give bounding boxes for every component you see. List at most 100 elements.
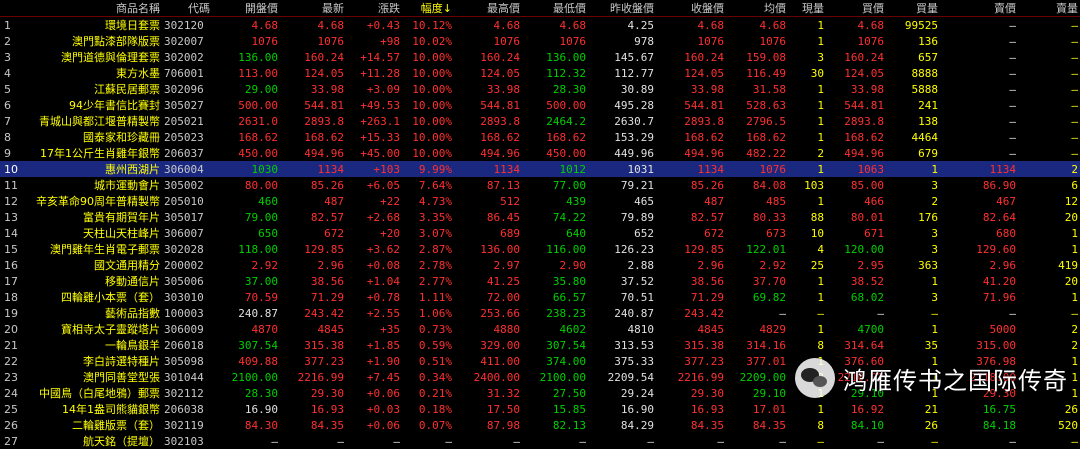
cell-low: 28.30 [522,81,588,97]
table-row[interactable]: 2澳門點漆部隊版票30200710761076+9810.02%10761076… [0,33,1080,49]
header-col-avg[interactable]: 均價 [726,0,788,17]
table-row[interactable]: 12辛亥革命90周年普精製幣205010460487+224.73%512439… [0,193,1080,209]
cell-ask-volume: — [1018,17,1080,34]
cell-bid: 33.98 [826,81,886,97]
cell-avg: 17.01 [726,401,788,417]
cell-amplitude: 1.06% [402,305,454,321]
cell-name: 環境日套票 [22,17,162,34]
cell-close: 129.85 [656,241,726,257]
cell-low: 136.00 [522,49,588,65]
header-col-last[interactable]: 最新 [280,0,346,17]
header-col-low[interactable]: 最低價 [522,0,588,17]
header-col-open[interactable]: 開盤價 [212,0,280,17]
cell-bid-volume: 21 [886,401,940,417]
cell-name: 14年1盎司熊貓銀幣 [22,401,162,417]
cell-open: 650 [212,225,280,241]
table-row[interactable]: 3澳門道德與倫理套票302002136.00160.24+14.5710.00%… [0,49,1080,65]
header-col-name[interactable]: 商品名稱 [22,0,162,17]
table-row[interactable]: 917年1公斤生肖雞年銀幣206037450.00494.96+45.0010.… [0,145,1080,161]
cell-high: — [454,433,522,449]
cell-bid-volume: 99525 [886,17,940,34]
cell-avg: 673 [726,225,788,241]
cell-high: 1134 [454,161,522,177]
cell-avg: 4.68 [726,17,788,34]
cell-ask-volume: 2 [1018,321,1080,337]
table-row[interactable]: 13富貴有期賀年片30501779.0082.57+2.683.35%86.45… [0,209,1080,225]
table-row[interactable]: 4東方水墨706001113.00124.05+11.2810.00%124.0… [0,65,1080,81]
cell-ask: — [940,81,1018,97]
cell-high: 4.68 [454,17,522,34]
header-col-close[interactable]: 收盤價 [656,0,726,17]
header-col-prev-close[interactable]: 昨收盤價 [588,0,656,17]
table-row[interactable]: 16國文通用精分2000022.922.96+0.082.78%2.972.90… [0,257,1080,273]
cell-last: 82.57 [280,209,346,225]
header-col-code[interactable]: 代碼 [162,0,212,17]
cell-last: 494.96 [280,145,346,161]
cell-last: 16.93 [280,401,346,417]
header-col-index[interactable] [0,0,22,17]
header-col-bid-volume[interactable]: 買量 [886,0,940,17]
header-col-high[interactable]: 最高價 [454,0,522,17]
cell-close: 494.96 [656,145,726,161]
cell-volume: 10 [788,225,826,241]
cell-avg: 482.22 [726,145,788,161]
cell-change: +103 [346,161,402,177]
cell-volume: 1 [788,81,826,97]
cell-amplitude: 3.35% [402,209,454,225]
cell-bid-volume: 35 [886,337,940,353]
cell-bid: 84.10 [826,417,886,433]
cell-open: 84.30 [212,417,280,433]
table-row[interactable]: 17移動通信片30500637.0038.56+1.042.77%41.2535… [0,273,1080,289]
table-row[interactable]: 19藝術品指數100003240.87243.42+2.551.06%253.6… [0,305,1080,321]
table-row[interactable]: 14天柱山天柱峰片306007650672+203.07%68964065267… [0,225,1080,241]
header-col-change[interactable]: 漲跌 [346,0,402,17]
table-row[interactable]: 694少年書信比賽封305027500.00544.81+49.5310.00%… [0,97,1080,113]
cell-low: 15.85 [522,401,588,417]
cell-bid-volume: 1 [886,273,940,289]
cell-low: 374.00 [522,353,588,369]
table-row[interactable]: 5江蘇民居郵票30209629.0033.98+3.0910.00%33.982… [0,81,1080,97]
cell-close: 124.05 [656,65,726,81]
cell-ask-volume: 520 [1018,417,1080,433]
cell-index: 13 [0,209,22,225]
cell-ask-volume: 2 [1018,161,1080,177]
cell-index: 12 [0,193,22,209]
cell-high: 168.62 [454,129,522,145]
cell-change: +1.90 [346,353,402,369]
table-row[interactable]: 20寶相寺太子靈蹤塔片30600948704845+350.73%4880460… [0,321,1080,337]
table-row[interactable]: 1環境日套票3021204.684.68+0.4310.12%4.684.684… [0,17,1080,34]
cell-last: 4.68 [280,17,346,34]
table-row[interactable]: 2514年1盎司熊貓銀幣20603816.9016.93+0.030.18%17… [0,401,1080,417]
header-col-ask[interactable]: 賣價 [940,0,1018,17]
cell-ask: 82.64 [940,209,1018,225]
table-row[interactable]: 10惠州西湖片30600410301134+1039.99%1134101210… [0,161,1080,177]
cell-name: 澳門雞年生肖電子郵票 [22,241,162,257]
cell-index: 22 [0,353,22,369]
table-row[interactable]: 11城市運動會片30500280.0085.26+6.057.64%87.137… [0,177,1080,193]
table-row[interactable]: 26二輪雞版票（套）30211984.3084.35+0.060.07%87.9… [0,417,1080,433]
cell-close: 243.42 [656,305,726,321]
header-col-ask-volume[interactable]: 賣量 [1018,0,1080,17]
header-col-volume[interactable]: 現量 [788,0,826,17]
cell-avg: 84.35 [726,417,788,433]
header-col-amplitude[interactable]: 幅度↓ [402,0,454,17]
cell-code: 706001 [162,65,212,81]
table-row[interactable]: 27航天銘（提壇）302103—————————————— [0,433,1080,449]
cell-prev-close: 126.23 [588,241,656,257]
cell-code: 100003 [162,305,212,321]
cell-code: 305006 [162,273,212,289]
header-col-bid[interactable]: 買價 [826,0,886,17]
cell-low: 500.00 [522,97,588,113]
table-row[interactable]: 8國泰家和珍藏冊205023168.62168.62+15.3310.00%16… [0,129,1080,145]
table-row[interactable]: 21一輪鳥銀羊206018307.54315.38+1.850.59%329.0… [0,337,1080,353]
table-row[interactable]: 7青城山與都江堰普精製幣2050212631.02893.8+263.110.0… [0,113,1080,129]
table-row[interactable]: 15澳門雞年生肖電子郵票302028118.00129.85+3.622.87%… [0,241,1080,257]
cell-amplitude: 10.00% [402,113,454,129]
cell-ask: 467 [940,193,1018,209]
cell-last: 84.35 [280,417,346,433]
table-row[interactable]: 18四輪雞小本票（套）30301070.5971.29+0.781.11%72.… [0,289,1080,305]
cell-bid: 2.95 [826,257,886,273]
cell-bid: 4.68 [826,17,886,34]
cell-ask: — [940,49,1018,65]
cell-change: +263.1 [346,113,402,129]
